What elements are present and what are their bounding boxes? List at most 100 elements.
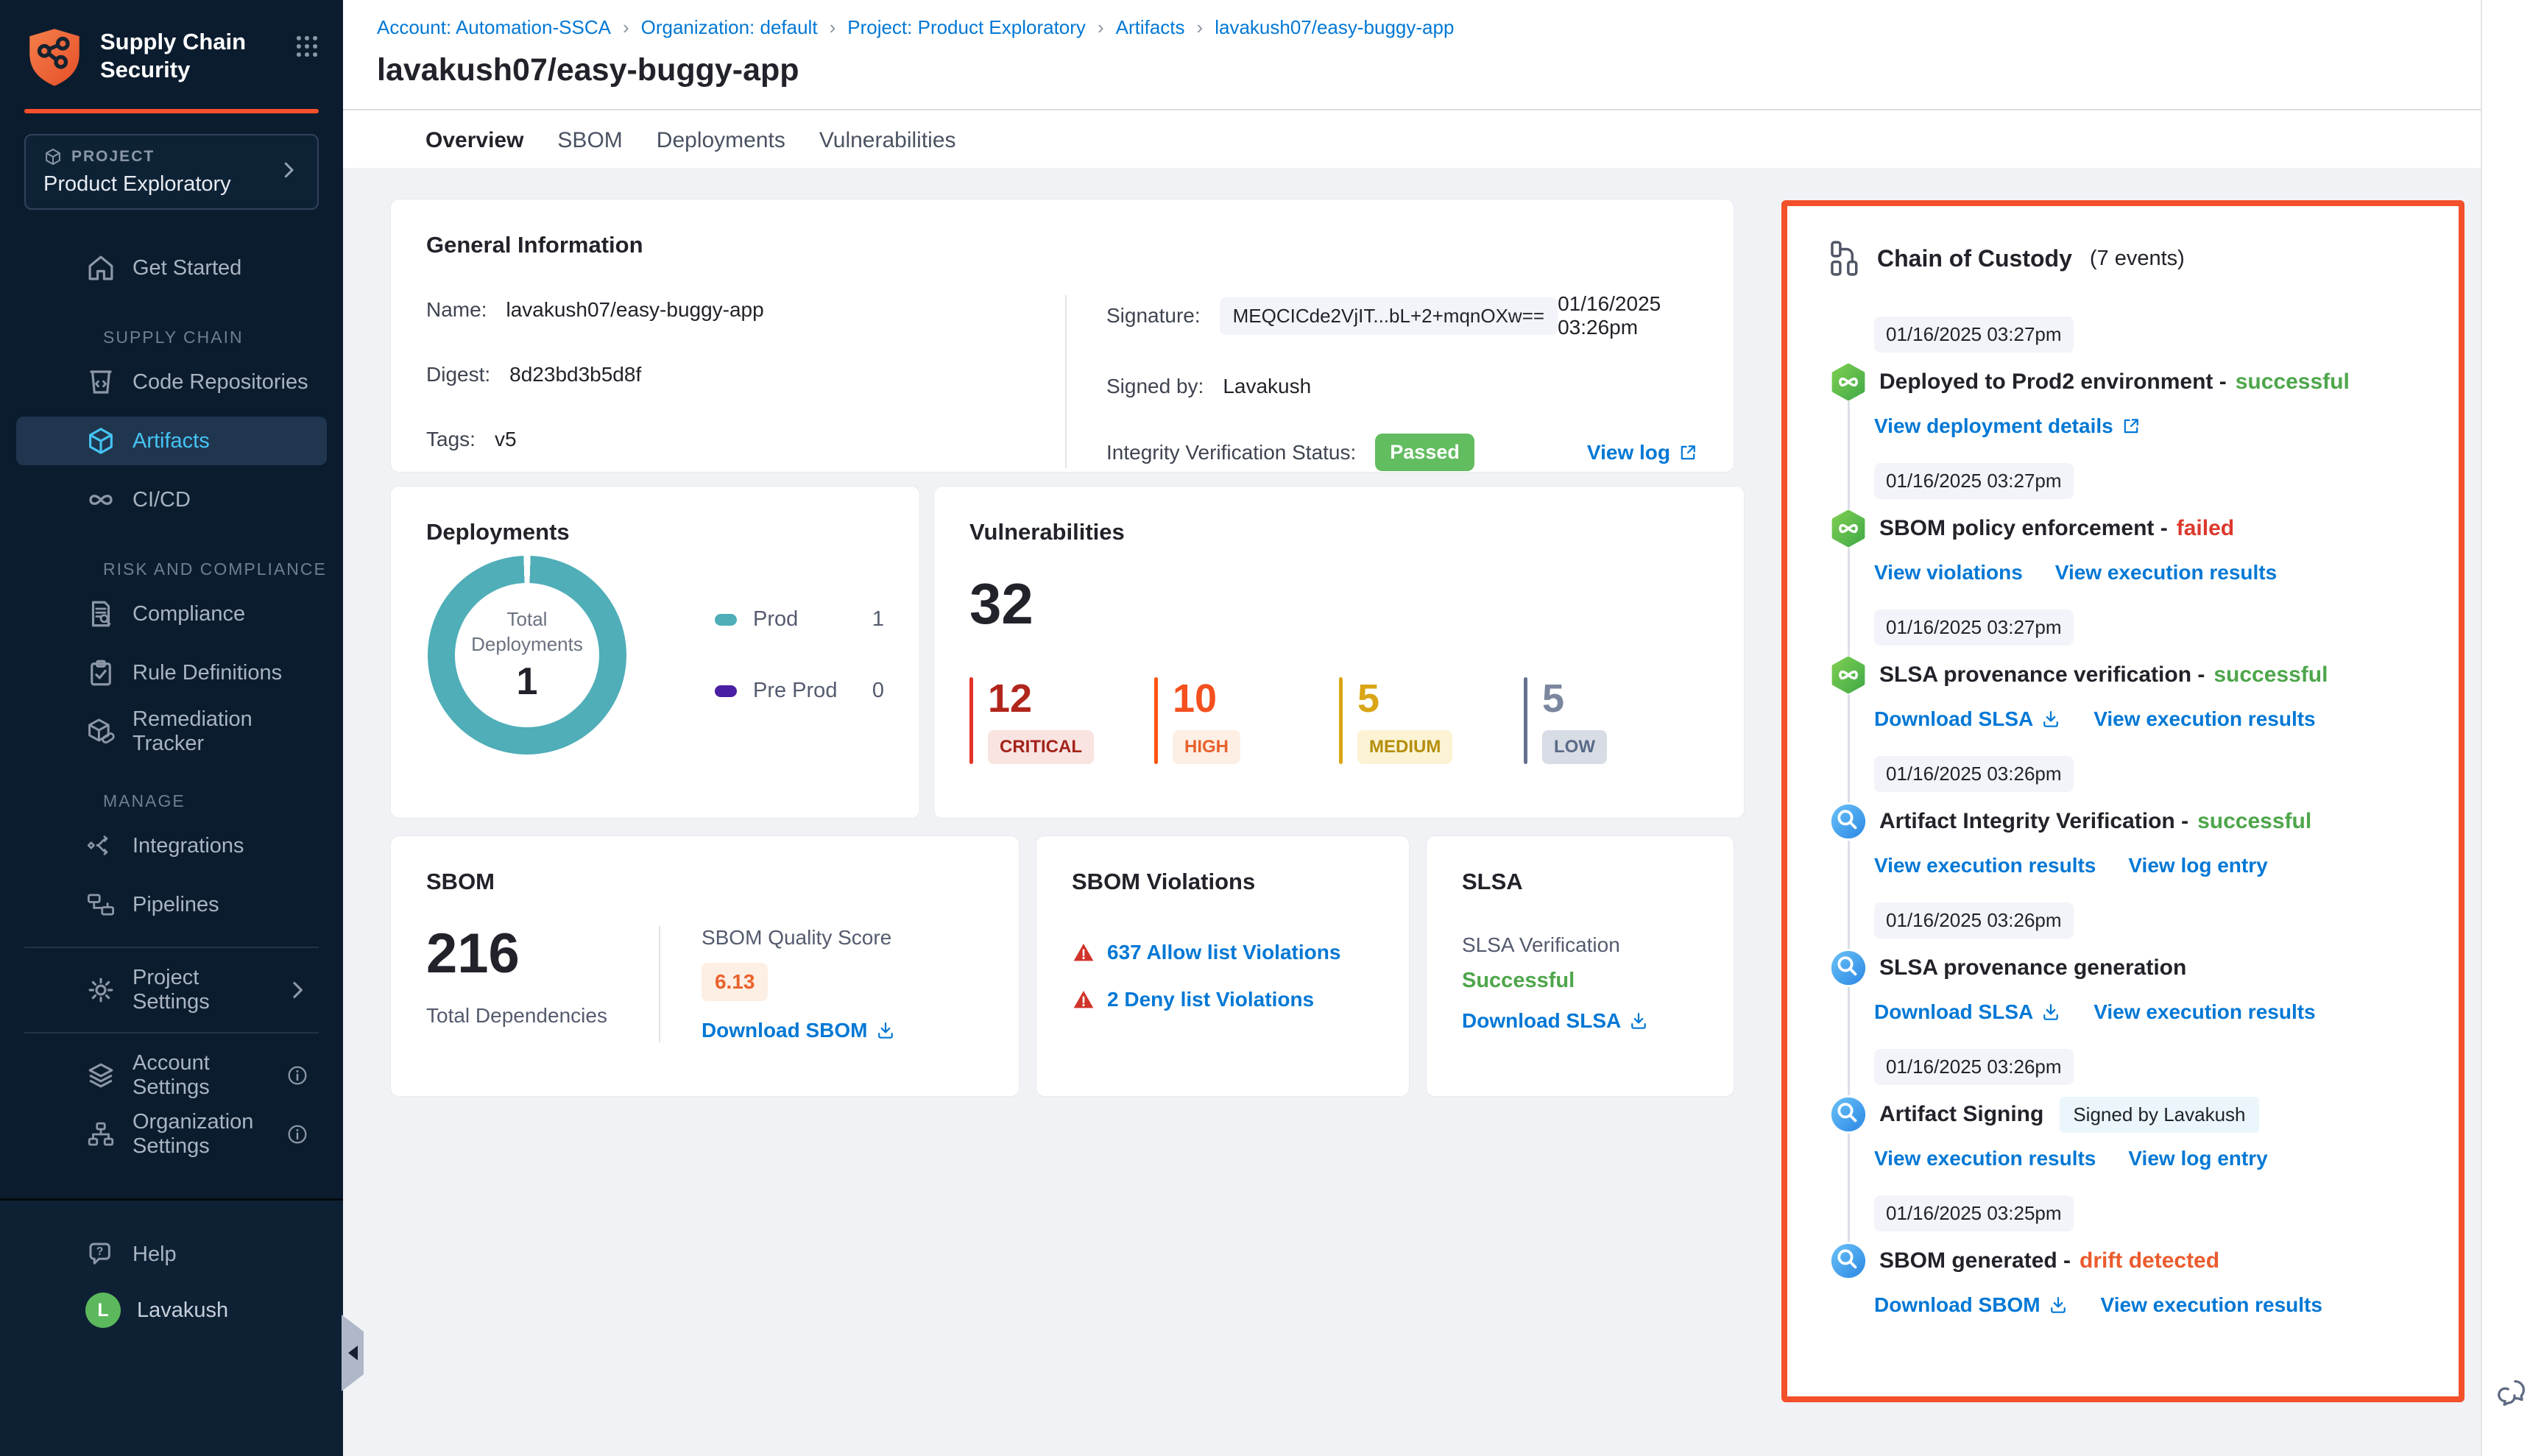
view-log-link[interactable]: View log: [1587, 441, 1698, 464]
sidebar-item-label: Rule Definitions: [132, 661, 282, 685]
severity-row: 12 CRITICAL 10 HIGH: [969, 677, 1709, 764]
sidebar-item-compliance[interactable]: Compliance: [16, 590, 327, 638]
sidebar-item-code-repositories[interactable]: Code Repositories: [16, 358, 327, 406]
integrity-status-label: Integrity Verification Status:: [1106, 441, 1356, 464]
warning-icon: [1072, 988, 1095, 1011]
severity-critical: 12 CRITICAL: [969, 677, 1154, 764]
event-link[interactable]: Download SLSA: [1874, 1000, 2061, 1024]
vertical-divider: [1065, 295, 1067, 468]
event-title: Deployed to Prod2 environment -: [1879, 370, 2227, 395]
sidebar-item-organization-settings[interactable]: Organization Settings: [16, 1110, 327, 1159]
user-name: Lavakush: [137, 1298, 228, 1323]
event-link[interactable]: View log entry: [2128, 1147, 2267, 1170]
sidebar-section-manage: MANAGE: [103, 791, 343, 811]
breadcrumb-current[interactable]: lavakush07/easy-buggy-app: [1215, 16, 1454, 39]
sidebar-item-artifacts[interactable]: Artifacts: [16, 417, 327, 465]
coc-event: 01/16/2025 03:26pmArtifact Integrity Ver…: [1826, 756, 2420, 877]
chevron-right-icon: [278, 159, 300, 185]
home-icon: [85, 252, 116, 283]
scs-scan-icon: [1829, 802, 1868, 841]
sidebar-item-label: Pipelines: [132, 893, 219, 917]
event-title: SLSA provenance verification -: [1879, 662, 2205, 688]
sidebar-item-label: Integrations: [132, 834, 244, 858]
event-link[interactable]: View execution results: [1874, 1147, 2096, 1170]
event-title: Artifact Integrity Verification -: [1879, 809, 2188, 834]
user-menu[interactable]: L Lavakush: [16, 1286, 327, 1335]
integrations-icon: [85, 830, 116, 861]
chain-of-custody-panel: Chain of Custody (7 events) 01/16/2025 0…: [1781, 200, 2464, 1402]
tab-deployments[interactable]: Deployments: [657, 110, 785, 171]
sidebar-item-get-started[interactable]: Get Started: [16, 244, 327, 292]
event-timestamp: 01/16/2025 03:27pm: [1874, 317, 2074, 353]
severity-count: 5: [1542, 677, 1607, 720]
severity-medium: 5 MEDIUM: [1339, 677, 1524, 764]
tab-sbom[interactable]: SBOM: [557, 110, 622, 171]
sidebar-item-account-settings[interactable]: Account Settings: [16, 1051, 327, 1100]
project-selector[interactable]: PROJECT Product Exploratory: [24, 134, 319, 210]
tab-overview[interactable]: Overview: [425, 110, 523, 171]
card-title: General Information: [426, 232, 1698, 258]
event-timestamp: 01/16/2025 03:27pm: [1874, 609, 2074, 646]
integrity-status-badge: Passed: [1375, 434, 1474, 471]
download-icon: [2041, 709, 2061, 729]
chain-of-custody-icon: [1826, 240, 1859, 277]
sidebar-item-remediation-tracker[interactable]: Remediation Tracker: [16, 707, 327, 756]
sbom-card: SBOM 216 Total Dependencies SBOM Quality…: [390, 835, 1020, 1097]
vertical-divider: [659, 926, 660, 1042]
event-link[interactable]: View deployment details: [1874, 414, 2141, 438]
gear-icon: [85, 975, 116, 1006]
external-icon: [2121, 416, 2141, 437]
tags-label: Tags:: [426, 428, 476, 451]
info-icon[interactable]: [286, 1064, 309, 1087]
event-link[interactable]: View execution results: [2055, 561, 2277, 584]
severity-count: 12: [988, 677, 1094, 720]
event-link[interactable]: View execution results: [2094, 1000, 2315, 1024]
name-label: Name:: [426, 298, 487, 322]
event-link[interactable]: View execution results: [2094, 707, 2315, 731]
severity-count: 5: [1357, 677, 1452, 720]
breadcrumb-artifacts[interactable]: Artifacts: [1116, 16, 1185, 39]
card-title: SBOM: [426, 869, 983, 895]
sidebar-nav: Get Started SUPPLY CHAIN Code Repositori…: [0, 244, 343, 1159]
artifact-name-value: lavakush07/easy-buggy-app: [506, 298, 763, 322]
event-link[interactable]: Download SLSA: [1874, 707, 2061, 731]
sidebar-footer: Help L Lavakush: [0, 1198, 343, 1456]
donut-center-label: Total Deployments: [471, 607, 583, 657]
breadcrumb-organization[interactable]: Organization: default: [641, 16, 818, 39]
digest-value: 8d23bd3b5d8f: [509, 363, 641, 386]
legend-item-prod: Prod 1: [715, 607, 884, 632]
event-link[interactable]: View violations: [1874, 561, 2023, 584]
tab-vulnerabilities[interactable]: Vulnerabilities: [819, 110, 956, 171]
breadcrumb-account[interactable]: Account: Automation-SSCA: [377, 16, 611, 39]
page-title: lavakush07/easy-buggy-app: [343, 39, 2481, 88]
chat-support-icon[interactable]: [2496, 1376, 2530, 1413]
module-grid-icon[interactable]: [293, 32, 321, 64]
download-slsa-link[interactable]: Download SLSA: [1462, 1009, 1649, 1033]
breadcrumb-project[interactable]: Project: Product Exploratory: [847, 16, 1086, 39]
deny-list-violations-link[interactable]: 2 Deny list Violations: [1107, 988, 1314, 1011]
chain-of-custody-event-count: (7 events): [2090, 247, 2185, 271]
coc-event: 01/16/2025 03:27pm SLSA provenance verifi…: [1826, 609, 2420, 731]
event-link[interactable]: View execution results: [1874, 854, 2096, 877]
allow-list-violations-link[interactable]: 637 Allow list Violations: [1107, 941, 1340, 964]
event-link[interactable]: View log entry: [2128, 854, 2267, 877]
sidebar-item-rule-definitions[interactable]: Rule Definitions: [16, 649, 327, 697]
deployments-card: Deployments Total Deployments 1: [390, 486, 920, 819]
sidebar-item-pipelines[interactable]: Pipelines: [16, 880, 327, 929]
document-search-icon: [85, 598, 116, 629]
info-icon[interactable]: [286, 1123, 309, 1146]
sidebar-item-help[interactable]: Help: [16, 1230, 327, 1279]
org-chart-icon: [85, 1119, 116, 1150]
event-link[interactable]: View execution results: [2101, 1293, 2322, 1317]
sidebar-item-cicd[interactable]: CI/CD: [16, 476, 327, 524]
severity-badge: LOW: [1542, 730, 1607, 764]
severity-low: 5 LOW: [1524, 677, 1709, 764]
event-link[interactable]: Download SBOM: [1874, 1293, 2068, 1317]
deployments-donut-chart: Total Deployments 1: [428, 556, 626, 754]
download-sbom-link[interactable]: Download SBOM: [702, 1019, 896, 1042]
download-icon: [875, 1020, 896, 1041]
vulnerabilities-total: 32: [969, 570, 1709, 637]
sidebar-item-project-settings[interactable]: Project Settings: [16, 966, 327, 1014]
sidebar-item-integrations[interactable]: Integrations: [16, 821, 327, 870]
project-selector-name: Product Exploratory: [43, 172, 231, 197]
